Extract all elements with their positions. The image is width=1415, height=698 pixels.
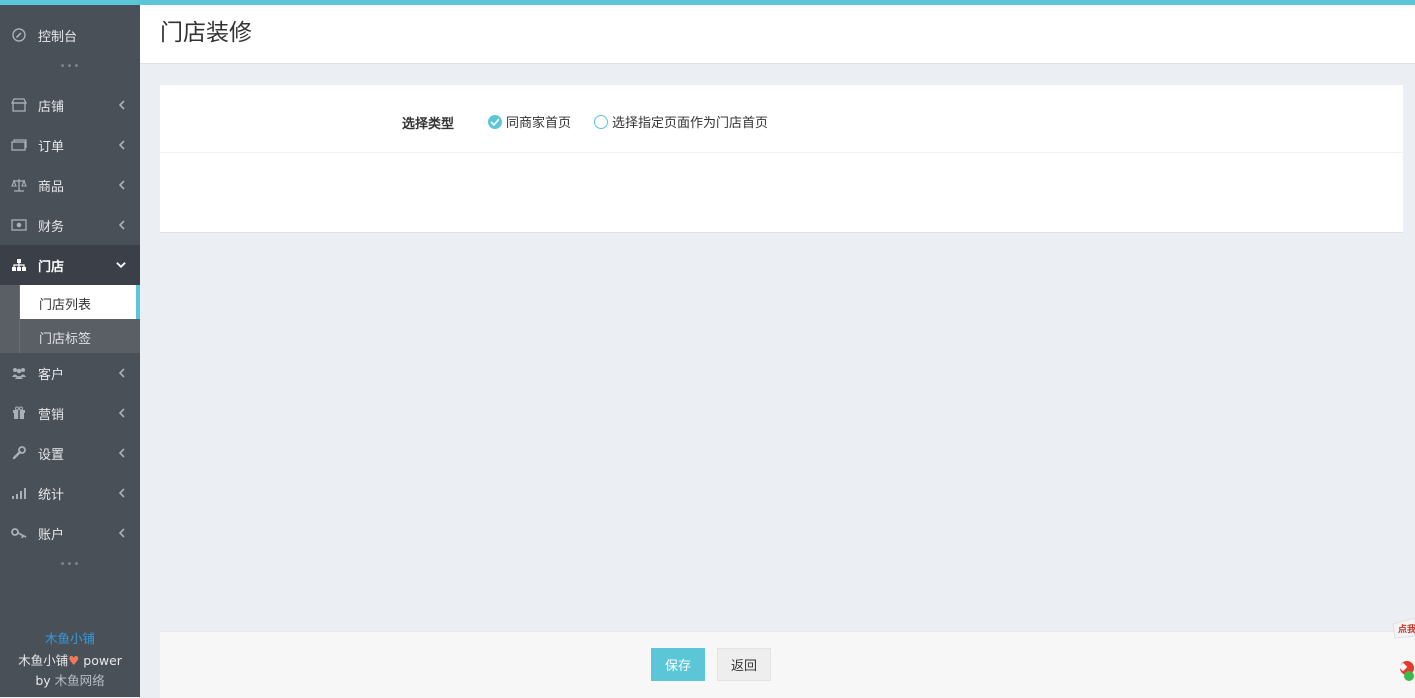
sidebar-item-label: 统计: [38, 487, 65, 503]
save-button[interactable]: 保存: [651, 648, 705, 681]
active-indicator: [136, 285, 140, 319]
radio-same-as-merchant-home[interactable]: 同商家首页: [488, 112, 571, 131]
sidebar-subitem-shop-tags[interactable]: 门店标签: [0, 319, 140, 353]
chevron-left-icon: [116, 140, 126, 150]
form-footer: 保存 返回: [160, 631, 1415, 698]
brand-power-prefix: 木鱼小铺: [18, 653, 69, 668]
wrench-icon: [11, 445, 27, 461]
sidebar-item-goods[interactable]: 商品: [0, 165, 140, 205]
sidebar-divider-dots: •••: [59, 559, 81, 570]
chevron-left-icon: [116, 220, 126, 230]
page-header: 门店装修: [140, 5, 1415, 64]
key-icon: [11, 525, 27, 541]
gift-icon: [11, 405, 27, 421]
sidebar-item-label: 账户: [38, 527, 65, 543]
sidebar-item-label: 订单: [38, 139, 65, 155]
chevron-left-icon: [116, 408, 126, 418]
sidebar-item-marketing[interactable]: 营销: [0, 393, 140, 433]
sidebar-item-label: 客户: [38, 367, 65, 383]
form-card: 选择类型 同商家首页 选择指定页面作为门店首页: [160, 85, 1403, 233]
sidebar-item-store[interactable]: 店铺: [0, 85, 140, 125]
chevron-left-icon: [116, 100, 126, 110]
floating-help-widget[interactable]: 点我: [1391, 616, 1415, 686]
sidebar-item-label: 设置: [38, 447, 65, 463]
sidebar-item-order[interactable]: 订单: [0, 125, 140, 165]
type-label: 选择类型: [402, 117, 455, 132]
chevron-left-icon: [116, 180, 126, 190]
sidebar-subitem-shop-list[interactable]: 门店列表: [0, 285, 140, 319]
chevron-down-icon: [116, 260, 126, 270]
sidebar-item-label: 控制台: [38, 29, 78, 45]
sidebar-item-label: 店铺: [38, 99, 65, 115]
radio-label: 选择指定页面作为门店首页: [612, 116, 769, 131]
radio-label: 同商家首页: [506, 116, 572, 131]
sidebar-item-finance[interactable]: 财务: [0, 205, 140, 245]
store-icon: [11, 97, 27, 113]
radio-unchecked-icon: [594, 114, 608, 129]
sidebar-item-customer[interactable]: 客户: [0, 353, 140, 393]
back-button[interactable]: 返回: [717, 648, 771, 681]
sidebar-item-stats[interactable]: 统计: [0, 473, 140, 513]
brand-by-line: by 木鱼网络: [0, 670, 140, 689]
radio-select-specific-page[interactable]: 选择指定页面作为门店首页: [594, 112, 768, 131]
sidebar-item-label: 商品: [38, 179, 65, 195]
sidebar-item-shop[interactable]: 门店: [0, 245, 140, 285]
widget-text: 点我: [1398, 625, 1415, 635]
brand-power-suffix: power: [79, 653, 122, 668]
sidebar-item-label: 营销: [38, 407, 65, 423]
sidebar-item-account[interactable]: 账户: [0, 513, 140, 553]
radio-checked-icon: [488, 114, 502, 129]
sidebar-item-label: 财务: [38, 219, 65, 235]
sidebar: 控制台 ••• 店铺 订单 商品 财务 门店 门店列表 门店标签 客户 营销 设…: [0, 5, 140, 697]
brand-by-prefix: by: [35, 673, 55, 688]
sidebar-item-settings[interactable]: 设置: [0, 433, 140, 473]
chevron-left-icon: [116, 368, 126, 378]
form-row-type: 选择类型 同商家首页 选择指定页面作为门店首页: [160, 85, 1403, 153]
chevron-left-icon: [116, 488, 126, 498]
sidebar-subitem-label: 门店列表: [39, 298, 92, 313]
scale-icon: [11, 177, 27, 193]
heart-icon: ♥: [68, 653, 80, 668]
sidebar-divider-dots: •••: [59, 61, 81, 72]
signal-icon: [11, 485, 27, 501]
sidebar-item-dashboard[interactable]: 控制台: [0, 15, 140, 55]
users-icon: [11, 365, 27, 381]
sidebar-item-label: 门店: [38, 259, 65, 275]
order-icon: [11, 137, 27, 153]
brand-company[interactable]: 木鱼网络: [55, 673, 105, 688]
sitemap-icon: [11, 257, 27, 273]
page-title: 门店装修: [160, 20, 252, 46]
dashboard-icon: [11, 27, 27, 43]
sidebar-subitem-label: 门店标签: [39, 332, 92, 347]
chevron-left-icon: [116, 448, 126, 458]
money-icon: [11, 217, 27, 233]
chevron-left-icon: [116, 528, 126, 538]
brand-name: 木鱼小铺: [44, 631, 95, 646]
brand-power-line: 木鱼小铺♥ power: [0, 650, 140, 669]
